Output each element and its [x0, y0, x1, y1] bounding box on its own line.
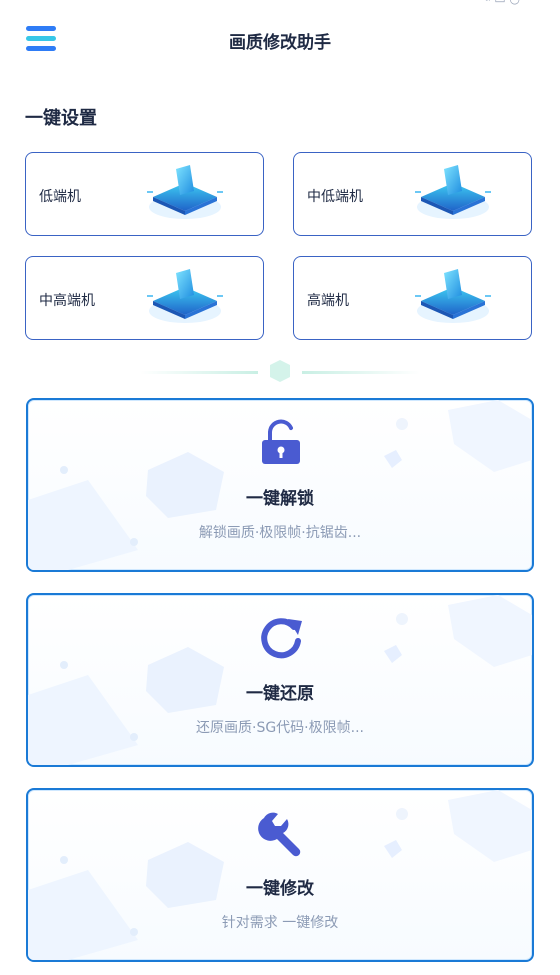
action-description: 解锁画质·极限帧·抗锯齿... — [198, 525, 362, 541]
tier-label: 低端机 — [39, 189, 81, 205]
tier-card-low[interactable]: 低端机 — [25, 152, 264, 236]
section-divider — [140, 360, 420, 382]
phone-platform-icon — [147, 165, 223, 219]
action-card-modify[interactable]: 一键修改 针对需求 一键修改 — [26, 788, 534, 962]
status-bar-icons: ⌁ ▭ ◔ — [483, 0, 520, 6]
refresh-icon — [261, 618, 302, 659]
action-card-unlock[interactable]: 一键解锁 解锁画质·极限帧·抗锯齿... — [26, 398, 534, 572]
phone-platform-icon — [147, 269, 223, 323]
app-header: 画质修改助手 ⌁ ▭ ◔ — [0, 0, 560, 80]
tier-label: 中高端机 — [39, 293, 95, 309]
wrench-icon — [258, 812, 301, 857]
action-description: 针对需求 一键修改 — [221, 915, 339, 931]
action-card-restore[interactable]: 一键还原 还原画质·SG代码·极限帧... — [26, 593, 534, 767]
action-title: 一键解锁 — [246, 489, 314, 509]
tier-card-mid-low[interactable]: 中低端机 — [293, 152, 532, 236]
page-title: 画质修改助手 — [229, 33, 331, 53]
action-title: 一键修改 — [246, 879, 314, 899]
action-description: 还原画质·SG代码·极限帧... — [196, 720, 364, 736]
phone-platform-icon — [415, 269, 491, 323]
unlock-icon — [262, 419, 300, 464]
action-title: 一键还原 — [246, 684, 314, 704]
tier-label: 高端机 — [307, 293, 349, 309]
tier-card-mid-high[interactable]: 中高端机 — [25, 256, 264, 340]
tier-card-high[interactable]: 高端机 — [293, 256, 532, 340]
tier-label: 中低端机 — [307, 189, 363, 205]
section-title: 一键设置 — [25, 108, 97, 129]
phone-platform-icon — [415, 165, 491, 219]
